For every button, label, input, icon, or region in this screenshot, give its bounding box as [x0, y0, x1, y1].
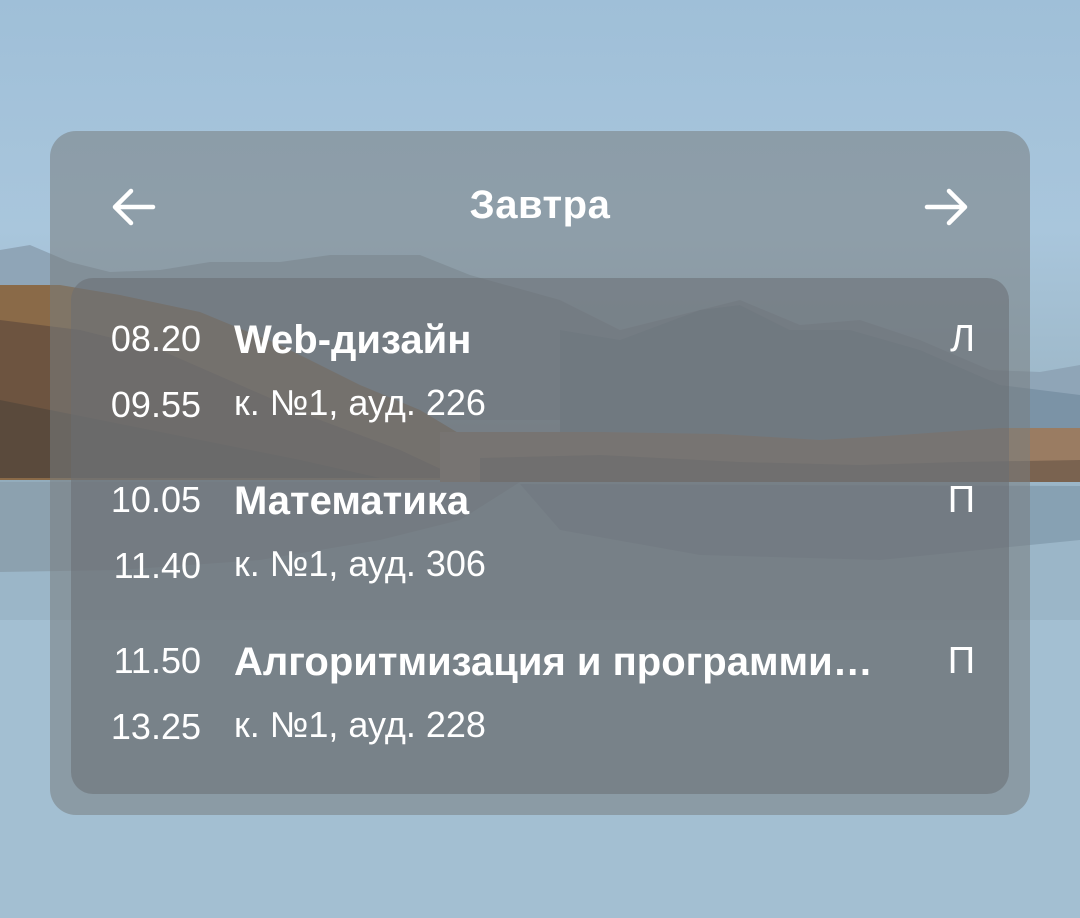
- lesson-subject: Алгоритмизация и программи…: [234, 640, 873, 684]
- lesson-type: П: [947, 640, 975, 682]
- lesson-end-time: 09.55: [110, 384, 201, 425]
- lesson-list: 08.20 09.55 Web-дизайн к. №1, ауд. 226 Л…: [71, 278, 1009, 794]
- lesson-subject: Математика: [234, 479, 470, 523]
- lesson-type: Л: [950, 318, 975, 360]
- next-day-button[interactable]: [912, 177, 982, 237]
- lesson-end-time: 11.40: [113, 545, 201, 586]
- lesson-location: к. №1, ауд. 228: [234, 704, 486, 745]
- lesson-end-time: 13.25: [110, 706, 201, 747]
- schedule-widget: Завтра 08.20 09.55 Web-дизайн к. №1, ауд…: [50, 131, 1030, 815]
- widget-header: Завтра: [50, 131, 1030, 281]
- lesson-subject: Web-дизайн: [234, 318, 472, 362]
- lesson-start-time: 10.05: [110, 479, 201, 520]
- lesson-location: к. №1, ауд. 306: [234, 543, 486, 584]
- arrow-right-icon: [924, 188, 968, 226]
- lesson-item[interactable]: 11.50 13.25 Алгоритмизация и программи… …: [71, 600, 1009, 747]
- lesson-start-time: 08.20: [110, 318, 201, 359]
- lesson-location: к. №1, ауд. 226: [234, 382, 486, 423]
- lesson-item[interactable]: 08.20 09.55 Web-дизайн к. №1, ауд. 226 Л: [71, 278, 1009, 425]
- lesson-start-time: 11.50: [113, 640, 201, 681]
- day-title: Завтра: [469, 183, 611, 227]
- lesson-item[interactable]: 10.05 11.40 Математика к. №1, ауд. 306 П: [71, 439, 1009, 586]
- lesson-type: П: [947, 479, 975, 521]
